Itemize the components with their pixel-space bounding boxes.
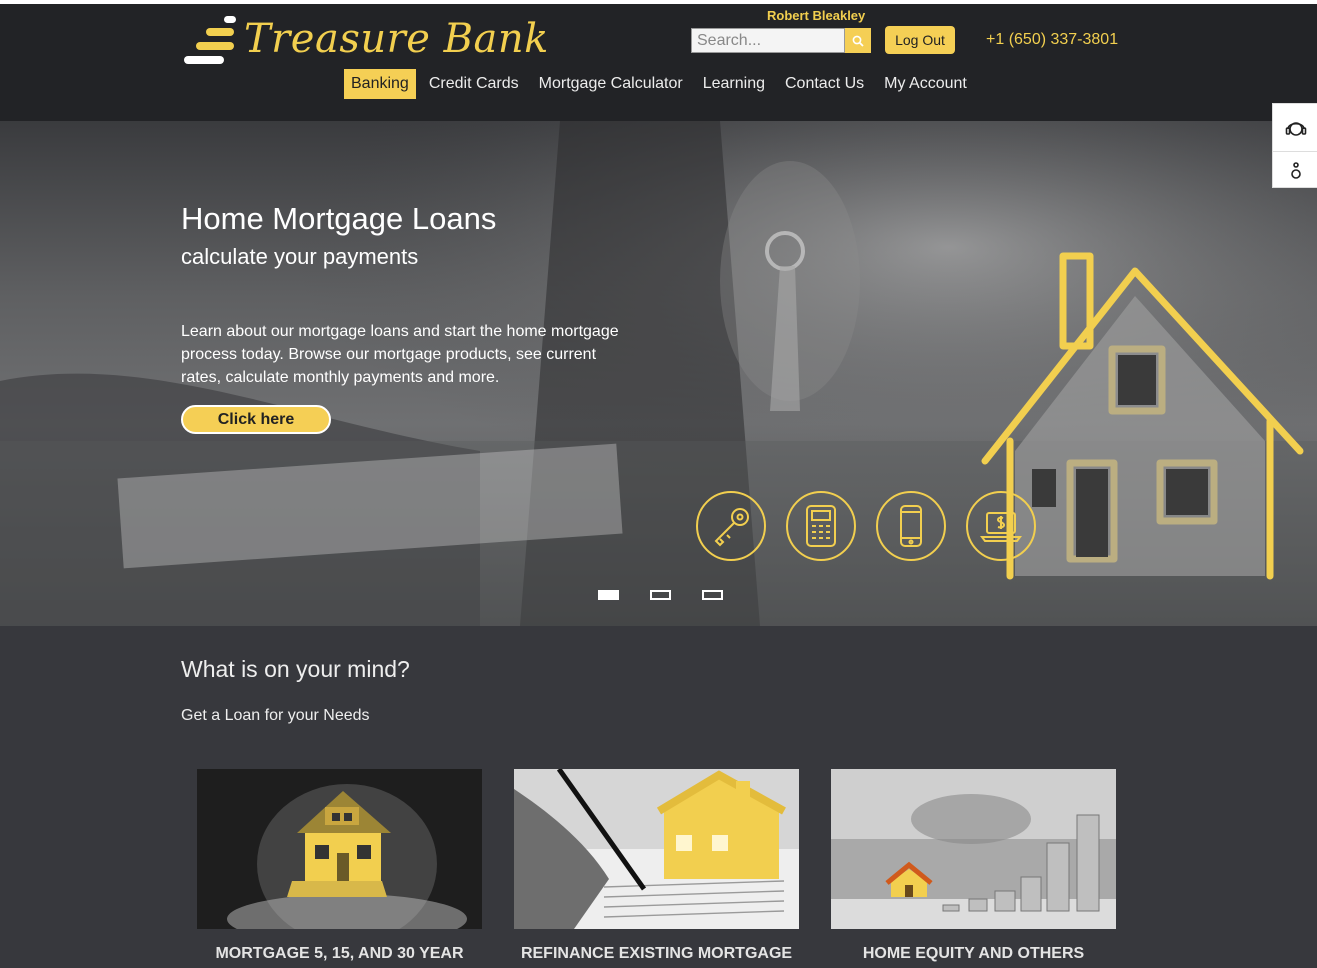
- card-mortgage[interactable]: MORTGAGE 5, 15, AND 30 YEAR: [197, 769, 482, 968]
- hero-description: Learn about our mortgage loans and start…: [181, 323, 619, 386]
- site-header: Treasure Bank Robert Bleakley Log Out +1…: [0, 4, 1317, 121]
- refinance-signing-image: [514, 769, 799, 929]
- carousel-dot-1[interactable]: [598, 590, 619, 600]
- click-here-button[interactable]: Click here: [181, 405, 331, 434]
- logo-bars-icon: [184, 16, 236, 64]
- mortgage-house-hands-image: [197, 769, 482, 929]
- section-subtitle: Get a Loan for your Needs: [181, 707, 370, 724]
- nav-mortgage-calculator[interactable]: Mortgage Calculator: [532, 69, 690, 99]
- search-icon: [852, 35, 864, 47]
- mobile-phone-icon[interactable]: [876, 491, 946, 561]
- nav-credit-cards[interactable]: Credit Cards: [422, 69, 526, 99]
- card-mortgage-label[interactable]: MORTGAGE 5, 15, AND 30 YEAR: [177, 945, 502, 963]
- carousel-dot-3[interactable]: [702, 590, 723, 600]
- card-refinance[interactable]: REFINANCE EXISTING MORTGAGE: [514, 769, 799, 968]
- hero-title: Home Mortgage Loans: [181, 201, 497, 236]
- search-box: [691, 28, 871, 53]
- nav-contact-us[interactable]: Contact Us: [778, 69, 871, 99]
- hero-banner: Home Mortgage Loans calculate your payme…: [0, 121, 1317, 626]
- card-home-equity[interactable]: HOME EQUITY AND OTHERS: [831, 769, 1116, 968]
- key-icon[interactable]: [696, 491, 766, 561]
- card-refinance-label[interactable]: REFINANCE EXISTING MORTGAGE: [494, 945, 819, 963]
- nav-banking[interactable]: Banking: [344, 69, 416, 99]
- nav-learning[interactable]: Learning: [696, 69, 772, 99]
- carousel-indicators: [598, 590, 754, 600]
- user-name: Robert Bleakley: [767, 8, 866, 23]
- section-title: What is on your mind?: [181, 656, 410, 682]
- carousel-dot-2[interactable]: [650, 590, 671, 600]
- logo[interactable]: Treasure Bank: [184, 14, 548, 70]
- card-home-equity-label[interactable]: HOME EQUITY AND OTHERS: [811, 945, 1136, 963]
- main-nav: Banking Credit Cards Mortgage Calculator…: [344, 69, 980, 99]
- logout-button[interactable]: Log Out: [885, 26, 955, 54]
- calculator-icon[interactable]: [786, 491, 856, 561]
- search-input[interactable]: [691, 28, 845, 53]
- nav-my-account[interactable]: My Account: [877, 69, 974, 99]
- headset-icon[interactable]: [1273, 104, 1317, 152]
- accessibility-icon[interactable]: [1273, 152, 1317, 189]
- phone-number[interactable]: +1 (650) 337-3801: [986, 31, 1118, 49]
- logo-wordmark: Treasure Bank: [244, 16, 549, 62]
- hero-subtitle: calculate your payments: [181, 244, 419, 269]
- side-toolbar: [1272, 103, 1317, 188]
- laptop-dollar-icon[interactable]: [966, 491, 1036, 561]
- home-equity-coins-image: [831, 769, 1116, 929]
- search-button[interactable]: [845, 28, 871, 53]
